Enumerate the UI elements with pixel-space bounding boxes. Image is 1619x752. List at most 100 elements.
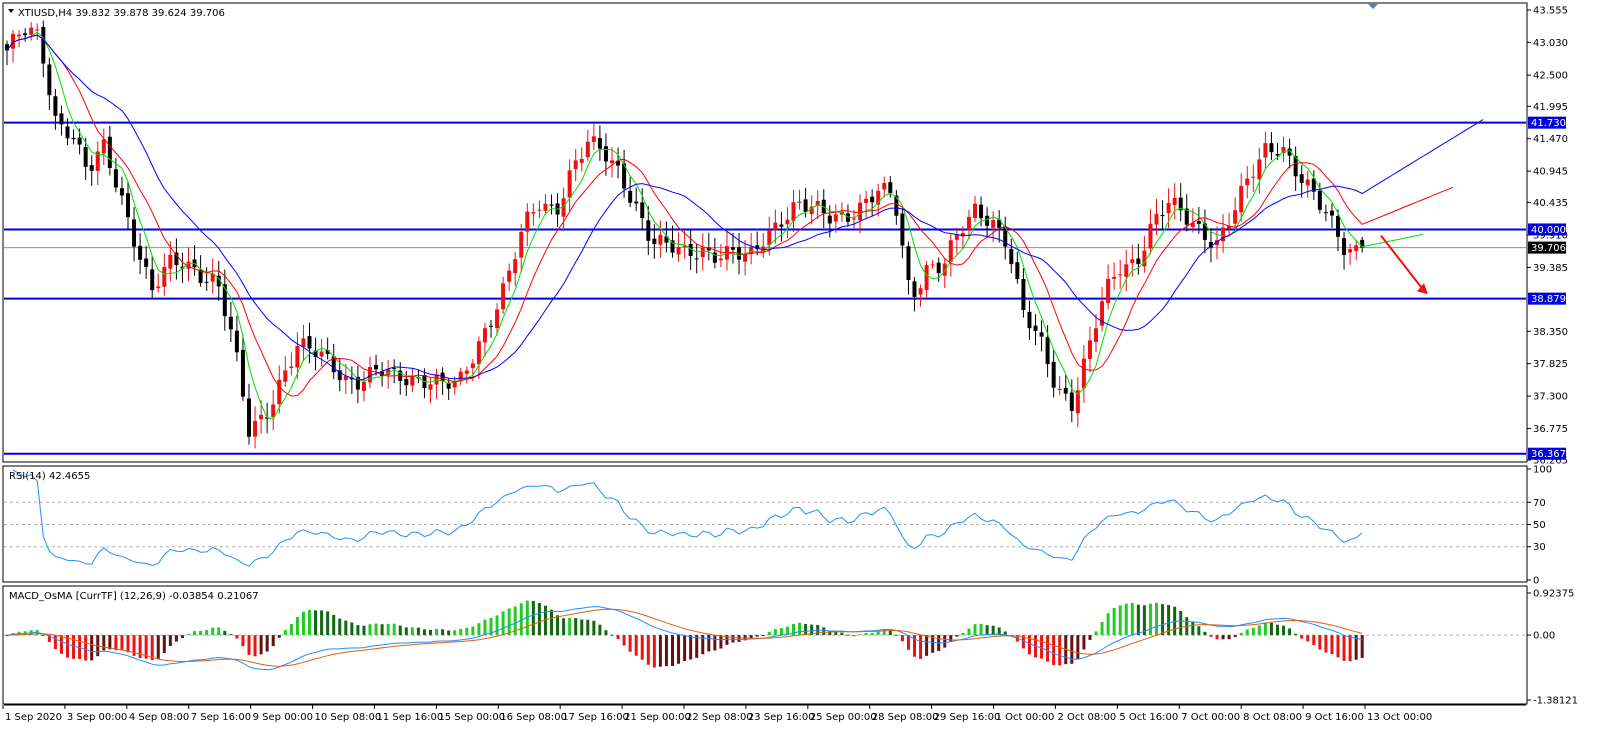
osma-bar [162,635,166,653]
osma-bar [114,635,118,651]
trading-chart[interactable]: 43.555 43.030 42.500 41.995 41.470 40.945 40.4… [0,0,1619,752]
candle-body [1118,274,1123,276]
osma-bar [622,635,626,646]
candle-body [1354,245,1359,252]
candle-body [864,198,869,203]
candle-body [374,364,379,370]
date-tick-label: 23 Sep 16:00 [748,712,815,723]
date-tick-label: 1 Sep 2020 [5,712,62,723]
osma-bar [1294,633,1298,636]
macd-tick-label: 0.00 [1533,631,1555,642]
osma-bar [864,632,868,636]
price-header: XTIUSD,H4 39.832 39.878 39.624 39.706 [18,8,225,19]
candle-body [1257,159,1262,180]
candle-body [23,33,28,36]
osma-bar [1221,635,1225,640]
osma-bar [671,635,674,666]
candle-body [979,204,984,219]
candle-body [1154,213,1159,225]
macd-tick-label: -1.38121 [1533,696,1578,707]
candle-body [603,146,608,162]
candle-body [791,202,796,221]
date-tick-label: 13 Oct 00:00 [1367,712,1432,723]
osma-bar [150,635,154,661]
candle-body [888,182,893,194]
osma-bar [338,618,342,636]
osma-bar [295,617,299,636]
candle-body [150,269,155,291]
candle-body [1245,178,1250,186]
osma-bar [453,630,457,636]
candle-body [1275,154,1280,156]
candle-body [1336,216,1340,237]
osma-bar [604,630,608,636]
candle-body [985,215,990,226]
date-tick-label: 4 Sep 08:00 [129,712,189,723]
candle-body [259,414,264,420]
candle-body [1087,340,1092,359]
osma-bar [737,635,741,642]
price-tick-label: 37.300 [1533,392,1568,403]
candle-body [1094,328,1098,342]
date-tick-label: 10 Sep 08:00 [315,712,382,723]
osma-bar [1336,635,1340,658]
osma-bar [84,635,88,661]
candle-body [71,137,76,140]
candle-body [1323,212,1328,214]
candle-body [543,203,548,211]
price-tick-label: 40.945 [1533,167,1568,178]
candle-body [1148,223,1153,249]
date-tick-label: 11 Sep 16:00 [376,712,443,723]
osma-bar [1203,631,1207,636]
candle-body [549,204,554,206]
candle-body [924,265,929,291]
osma-bar [713,635,717,651]
candle-body [1112,276,1117,279]
osma-bar [556,615,560,636]
osma-bar [447,630,451,636]
osma-bar [919,635,923,659]
osma-bar [586,619,590,636]
osma-bar [1215,635,1219,640]
osma-bar [465,628,469,636]
candle-body [1172,197,1177,206]
candle-body [1233,210,1238,224]
osma-bar [562,618,566,636]
osma-bar [1251,627,1255,636]
osma-bar [90,635,94,661]
candle-body [1329,210,1334,216]
osma-bar [283,630,287,636]
osma-bar [840,632,844,636]
candle-body [289,366,294,368]
date-tick-label: 3 Sep 00:00 [67,712,127,723]
candle-body [83,147,88,167]
osma-bar [876,631,880,636]
candle-body [858,202,863,221]
osma-bar [1094,631,1098,636]
candle-body [301,338,306,347]
current-price-label: 39.706 [1531,243,1566,254]
candle-body [132,219,137,247]
date-tick-label: 7 Sep 16:00 [191,712,251,723]
osma-bar [1324,635,1328,653]
date-tick-label: 1 Oct 00:00 [996,712,1055,723]
osma-bar [1040,635,1044,659]
osma-bar [610,634,614,636]
candle-body [361,381,366,391]
candle-body [1033,325,1038,331]
candle-body [1342,238,1347,255]
candle-body [1251,176,1256,178]
osma-bar [1155,602,1158,636]
price-panel[interactable] [2,2,1528,463]
candle-body [253,420,258,437]
macd-panel[interactable] [2,585,1528,705]
candle-body [852,218,856,220]
osma-bar [773,629,777,636]
osma-bar [1300,635,1304,639]
osma-bar [1058,635,1062,666]
osma-bar [380,624,384,636]
date-tick-label: 8 Oct 08:00 [1243,712,1302,723]
osma-bar [235,635,239,639]
osma-bar [344,620,348,636]
candle-body [41,27,46,64]
